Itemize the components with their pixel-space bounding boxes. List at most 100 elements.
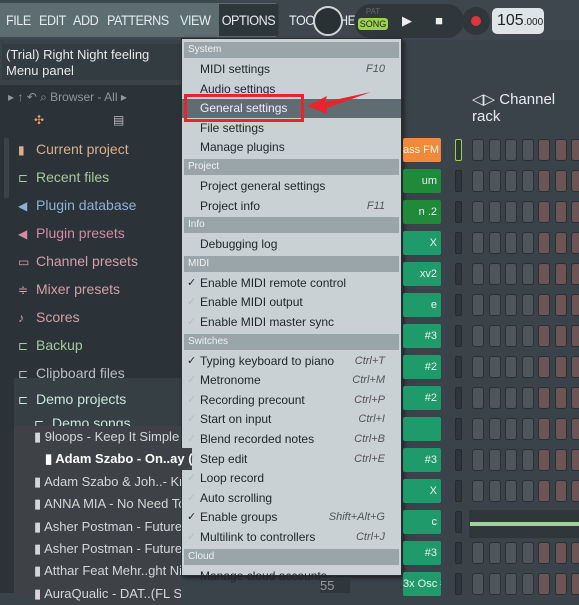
browser-item[interactable]: ⊏ Clipboard files xyxy=(18,361,181,385)
channel-select-led[interactable] xyxy=(455,232,462,254)
step-button[interactable] xyxy=(554,449,567,471)
stop-icon[interactable]: ■ xyxy=(425,7,453,35)
step-button[interactable] xyxy=(488,263,501,285)
step-button[interactable] xyxy=(472,170,484,192)
step-button[interactable] xyxy=(571,139,579,161)
step-button[interactable] xyxy=(554,201,567,223)
step-button[interactable] xyxy=(521,201,534,223)
step-button[interactable] xyxy=(505,263,517,285)
channel-button[interactable]: n .2 xyxy=(403,200,441,224)
step-button[interactable] xyxy=(505,573,517,595)
file-icon[interactable]: ▤ xyxy=(113,113,124,127)
menu-item[interactable]: Manage plugins xyxy=(182,138,401,157)
channel-select-led[interactable] xyxy=(455,263,462,285)
step-button[interactable] xyxy=(472,139,484,161)
step-button[interactable] xyxy=(505,139,517,161)
master-volume-knob[interactable] xyxy=(313,6,343,36)
browser-file[interactable]: ▮ 9loops - Keep It Simple xyxy=(34,426,181,448)
step-button[interactable] xyxy=(538,232,550,254)
channel-select-led[interactable] xyxy=(455,387,462,409)
menu-options[interactable]: OPTIONS xyxy=(218,4,278,36)
step-button[interactable] xyxy=(521,139,534,161)
step-button[interactable] xyxy=(571,325,579,347)
waveform-icon[interactable]: ✣ xyxy=(34,113,44,127)
step-button[interactable] xyxy=(505,232,517,254)
channel-select-led[interactable] xyxy=(455,511,462,533)
menu-item[interactable]: ✓ Enable MIDI output xyxy=(182,293,401,312)
step-button[interactable] xyxy=(571,573,579,595)
menu-item[interactable]: ✓ Loop record xyxy=(182,469,401,488)
step-button[interactable] xyxy=(472,356,484,378)
step-button[interactable] xyxy=(488,542,501,564)
channel-button[interactable]: e xyxy=(403,293,441,317)
step-button[interactable] xyxy=(505,325,517,347)
menu-item[interactable]: ✓ Blend recorded notes Ctrl+B xyxy=(182,430,401,449)
menu-item[interactable]: Project general settings xyxy=(182,177,401,196)
step-button[interactable] xyxy=(554,480,567,502)
step-button[interactable] xyxy=(521,232,534,254)
tempo-display[interactable]: 105.000 xyxy=(492,8,544,34)
step-button[interactable] xyxy=(505,294,517,316)
browser-item[interactable]: ⊏ Demo projects xyxy=(18,387,181,411)
step-button[interactable] xyxy=(488,139,501,161)
channel-button[interactable]: X xyxy=(403,479,441,503)
step-button[interactable] xyxy=(505,387,517,409)
step-button[interactable] xyxy=(554,263,567,285)
channel-button[interactable]: #3 xyxy=(403,541,441,565)
channel-button[interactable]: um xyxy=(403,169,441,193)
channel-button[interactable]: #2 xyxy=(403,386,441,410)
step-button[interactable] xyxy=(521,356,534,378)
channel-select-led[interactable] xyxy=(455,201,462,223)
browser-file[interactable]: ▮ AuraQualic - DAT..(FL Studio Remix) xyxy=(34,582,181,605)
browser-item[interactable]: ◀ Plugin database xyxy=(18,193,181,217)
menu-item[interactable]: ✓ Enable MIDI master sync xyxy=(182,313,401,332)
step-button[interactable] xyxy=(538,201,550,223)
step-button[interactable] xyxy=(488,387,501,409)
step-button[interactable] xyxy=(521,418,534,440)
step-button[interactable] xyxy=(538,356,550,378)
step-button[interactable] xyxy=(521,170,534,192)
step-button[interactable] xyxy=(505,480,517,502)
channel-button[interactable] xyxy=(403,417,441,441)
step-button[interactable] xyxy=(571,542,579,564)
step-button[interactable] xyxy=(571,356,579,378)
step-button[interactable] xyxy=(472,201,484,223)
browser-item[interactable]: ≑ Mixer presets xyxy=(18,277,181,301)
step-button[interactable] xyxy=(521,542,534,564)
channel-select-led[interactable] xyxy=(455,170,462,192)
browser-file[interactable]: ▮ Adam Szabo - On..ay (FL Studio Remix) xyxy=(45,448,192,471)
step-button[interactable] xyxy=(472,418,484,440)
channel-button[interactable]: xv2 xyxy=(403,262,441,286)
step-button[interactable] xyxy=(472,449,484,471)
browser-item[interactable]: ▮ Current project xyxy=(18,137,181,161)
menu-item[interactable]: ✓ Start on input Ctrl+I xyxy=(182,410,401,429)
browser-item[interactable]: ▭ Channel presets xyxy=(18,249,181,273)
step-button[interactable] xyxy=(571,201,579,223)
step-button[interactable] xyxy=(538,449,550,471)
step-button[interactable] xyxy=(554,294,567,316)
step-button[interactable] xyxy=(505,418,517,440)
menu-item[interactable]: Debugging log xyxy=(182,235,401,254)
step-button[interactable] xyxy=(571,170,579,192)
menu-item[interactable]: ✓ Enable groups Shift+Alt+G xyxy=(182,508,401,527)
step-button[interactable] xyxy=(538,263,550,285)
pat-song-toggle[interactable]: PAT SONG xyxy=(358,7,388,35)
bottom-value[interactable]: 55 xyxy=(320,578,350,593)
step-button[interactable] xyxy=(521,480,534,502)
step-button[interactable] xyxy=(521,573,534,595)
step-button[interactable] xyxy=(538,542,550,564)
menu-item[interactable]: Project info F11 xyxy=(182,197,401,216)
browser-item[interactable]: ⊏ Backup xyxy=(18,333,181,357)
step-button[interactable] xyxy=(521,263,534,285)
step-button[interactable] xyxy=(571,480,579,502)
channel-select-led[interactable] xyxy=(455,356,462,378)
step-button[interactable] xyxy=(554,387,567,409)
channel-select-led[interactable] xyxy=(455,139,462,161)
menu-item[interactable]: Manage cloud accounts... xyxy=(182,567,401,586)
step-button[interactable] xyxy=(538,418,550,440)
step-button[interactable] xyxy=(571,387,579,409)
channel-button[interactable]: #3 xyxy=(403,324,441,348)
step-button[interactable] xyxy=(538,170,550,192)
menu-item[interactable]: ✓Step editCtrl+E xyxy=(182,450,401,469)
step-button[interactable] xyxy=(554,418,567,440)
